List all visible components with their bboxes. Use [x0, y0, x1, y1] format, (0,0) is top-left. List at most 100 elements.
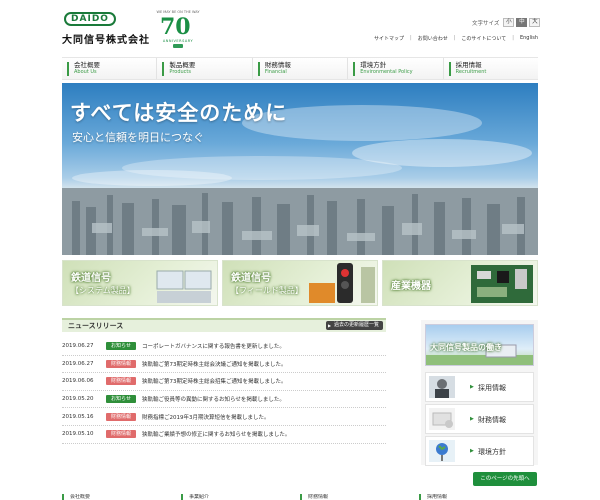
news-date: 2019.06.27	[62, 360, 94, 367]
news-title-link[interactable]: 狭軌輸ご第73期定時株主総会招集ご通知を掲載しました。	[142, 377, 287, 385]
nav-item-about[interactable]: 会社概要 About Us	[62, 58, 156, 79]
global-nav: 会社概要 About Us 製品概要 Products 財務情報 Financi…	[62, 57, 538, 80]
footer-link[interactable]: 財務情報	[300, 494, 419, 500]
news-category-badge: 財務情報	[106, 377, 136, 386]
about-site-link[interactable]: このサイトについて	[461, 35, 506, 42]
font-size-label: 文字サイズ	[472, 20, 500, 27]
english-link[interactable]: English	[520, 35, 538, 42]
industrial-equipment-image	[471, 265, 533, 303]
news-item: 2019.05.16 財務情報 財務指標ご2019年3月期決算短信を掲載しました…	[62, 408, 386, 426]
news-date: 2019.06.06	[62, 378, 94, 385]
nav-label: 製品概要	[169, 61, 196, 69]
news-title-link[interactable]: コーポレートガバナンスに関する報告書を更新しました。	[142, 342, 285, 350]
recruitment-thumb	[429, 376, 455, 398]
news-title-link[interactable]: 狭軌輸ご業績予想の修正に関するお知らせを掲載しました。	[142, 430, 290, 438]
nav-label: 会社概要	[74, 61, 100, 69]
nav-item-recruitment[interactable]: 採用情報 Recruitment	[442, 58, 538, 79]
news-header: ニュースリリース 過去の更新履歴一覧	[62, 318, 386, 332]
news-title-link[interactable]: 狭軌輸ご役員等の異動に関するお知らせを掲載しました。	[142, 395, 285, 403]
hero-banner: すべては安全のために 安心と信頼を明日につなぐ	[62, 83, 538, 255]
news-date: 2019.06.27	[62, 343, 94, 350]
side-link-label: 環境方針	[470, 447, 506, 457]
nav-label: 財務情報	[264, 61, 291, 69]
divider: |	[453, 35, 456, 41]
divider: |	[512, 35, 514, 41]
nav-marker	[67, 62, 69, 76]
side-link-label: 財務情報	[470, 415, 506, 425]
news-archive-button[interactable]: 過去の更新履歴一覧	[325, 321, 383, 330]
news-item: 2019.05.20 お知らせ 狭軌輸ご役員等の異動に関するお知らせを掲載しまし…	[62, 391, 386, 409]
products-at-work-banner[interactable]: 大同信号製品の働き	[425, 324, 534, 366]
financial-thumb	[429, 408, 455, 430]
category-industrial-equipment[interactable]: 産業機器	[382, 260, 538, 306]
nav-marker	[448, 62, 451, 76]
category-subtitle: 【フィールド製品】	[231, 286, 303, 295]
side-link-label: 採用情報	[470, 383, 506, 393]
category-banners: 鉄道信号 【システム製品】 鉄道信号 【フィールド製品】 産業機器	[62, 260, 538, 306]
products-banner-label: 大同信号製品の働き	[430, 343, 502, 352]
environmental-thumb	[429, 440, 455, 462]
news-item: 2019.06.27 お知らせ コーポレートガバナンスに関する報告書を更新しまし…	[62, 338, 386, 356]
news-list: 2019.06.27 お知らせ コーポレートガバナンスに関する報告書を更新しまし…	[62, 338, 386, 444]
nav-marker	[162, 62, 165, 76]
nav-sublabel: Environmental Policy	[360, 69, 413, 75]
side-link-environmental[interactable]: 環境方針	[425, 436, 534, 466]
news-date: 2019.05.10	[62, 431, 94, 438]
side-link-financial[interactable]: 財務情報	[425, 404, 534, 434]
anniversary-label: ANNIVERSARY	[162, 39, 194, 43]
footer-link[interactable]: 会社概要	[62, 494, 181, 500]
side-column: 大同信号製品の働き 採用情報 財務情報 環境方針	[421, 320, 538, 466]
news-category-badge: 財務情報	[106, 430, 136, 439]
news-heading: ニュースリリース	[68, 322, 124, 330]
footer-nav: 会社概要 事業紹介 財務情報 採用情報	[62, 494, 538, 500]
news-item: 2019.05.10 財務情報 狭軌輸ご業績予想の修正に関するお知らせを掲載しま…	[62, 426, 386, 444]
nav-sublabel: About Us	[74, 69, 97, 75]
site-header: DAIDO 大同信号株式会社 WE MAY BE ON THE WAY 70 A…	[0, 0, 600, 56]
contact-link[interactable]: お問い合わせ	[418, 35, 448, 42]
anniversary-number: 70	[160, 14, 191, 40]
page-top-button[interactable]: このページの先頭へ	[473, 472, 537, 486]
company-name[interactable]: 大同信号株式会社	[62, 31, 150, 46]
font-size-large-button[interactable]: 大	[529, 18, 541, 27]
news-item: 2019.06.06 財務情報 狭軌輸ご第73期定時株主総会招集ご通知を掲載しま…	[62, 373, 386, 391]
news-category-badge: お知らせ	[106, 342, 136, 351]
nav-item-financial[interactable]: 財務情報 Financial	[251, 58, 347, 79]
news-category-badge: 財務情報	[106, 359, 136, 368]
news-category-badge: お知らせ	[106, 395, 136, 404]
nav-marker	[353, 62, 356, 76]
field-products-image	[309, 263, 375, 303]
news-title-link[interactable]: 狭軌輸ご第73期定時株主総会決議ご通知を掲載しました。	[142, 360, 287, 368]
footer-link[interactable]: 採用情報	[419, 494, 538, 500]
hero-headline: すべては安全のために	[70, 101, 288, 125]
news-title-link[interactable]: 財務指標ご2019年3月期決算短信を掲載しました。	[142, 413, 270, 421]
category-title: 鉄道信号	[231, 273, 271, 284]
sitemap-link[interactable]: サイトマップ	[374, 35, 404, 42]
nav-item-environmental[interactable]: 環境方針 Environmental Policy	[347, 58, 442, 79]
news-item: 2019.06.27 財務情報 狭軌輸ご第73期定時株主総会決議ご通知を掲載しま…	[62, 356, 386, 374]
side-link-recruitment[interactable]: 採用情報	[425, 372, 534, 402]
nav-item-products[interactable]: 製品概要 Products	[156, 58, 251, 79]
nav-label: 採用情報	[455, 61, 482, 69]
category-title: 産業機器	[391, 281, 431, 292]
nav-marker	[257, 62, 260, 76]
nav-sublabel: Financial	[264, 69, 287, 75]
company-logo-badge[interactable]: DAIDO	[64, 12, 116, 26]
font-size-medium-button[interactable]: 中	[516, 18, 528, 27]
category-title: 鉄道信号	[71, 273, 111, 284]
font-size-switcher: 文字サイズ 小 中 大	[472, 18, 541, 27]
nav-sublabel: Recruitment	[455, 69, 487, 75]
utility-links: サイトマップ | お問い合わせ | このサイトについて | English	[374, 35, 538, 42]
category-subtitle: 【システム製品】	[71, 286, 135, 295]
news-date: 2019.05.16	[62, 413, 94, 420]
news-date: 2019.05.20	[62, 396, 94, 403]
anniversary-seal	[173, 44, 183, 48]
system-products-image	[156, 270, 212, 303]
nav-label: 環境方針	[360, 61, 387, 69]
category-system-products[interactable]: 鉄道信号 【システム製品】	[62, 260, 218, 306]
category-field-products[interactable]: 鉄道信号 【フィールド製品】	[222, 260, 378, 306]
divider: |	[410, 35, 412, 41]
footer-link[interactable]: 事業紹介	[181, 494, 300, 500]
font-size-small-button[interactable]: 小	[503, 18, 515, 27]
hero-subline: 安心と信頼を明日につなぐ	[72, 131, 204, 144]
nav-sublabel: Products	[169, 69, 191, 75]
